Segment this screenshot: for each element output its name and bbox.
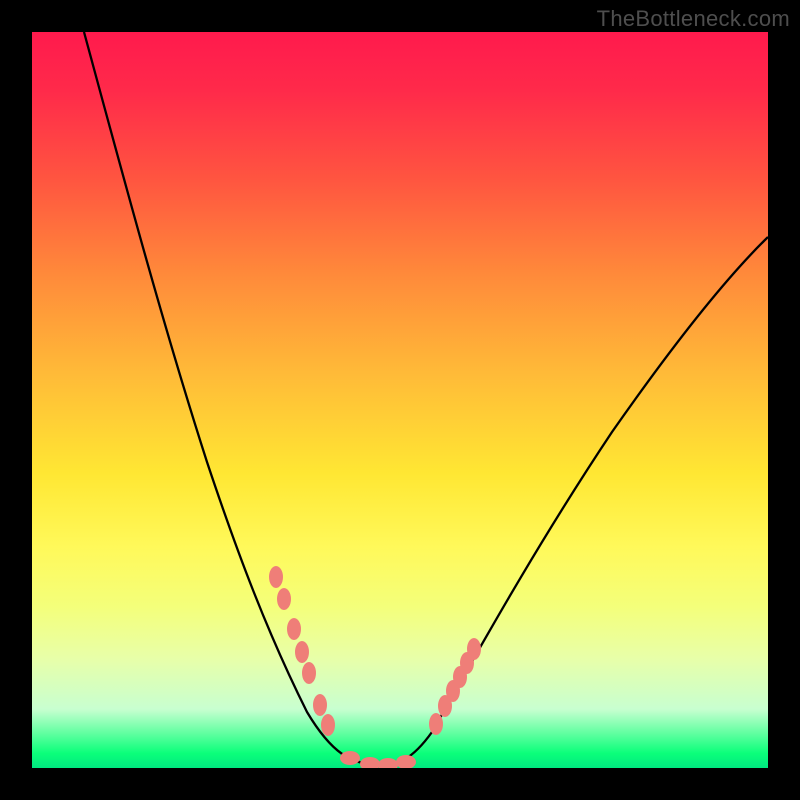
curve-markers <box>269 566 481 768</box>
marker-dot <box>360 757 380 768</box>
marker-dot <box>302 662 316 684</box>
marker-dot <box>277 588 291 610</box>
marker-dot <box>467 638 481 660</box>
marker-dot <box>378 758 398 768</box>
watermark-text: TheBottleneck.com <box>597 6 790 32</box>
marker-dot <box>340 751 360 765</box>
marker-dot <box>321 714 335 736</box>
bottleneck-curve-svg <box>32 32 768 768</box>
marker-dot <box>295 641 309 663</box>
marker-dot <box>269 566 283 588</box>
marker-dot <box>396 755 416 768</box>
marker-dot <box>313 694 327 716</box>
bottleneck-curve-path <box>84 32 768 765</box>
chart-plot-area <box>32 32 768 768</box>
marker-dot <box>287 618 301 640</box>
marker-dot <box>429 713 443 735</box>
